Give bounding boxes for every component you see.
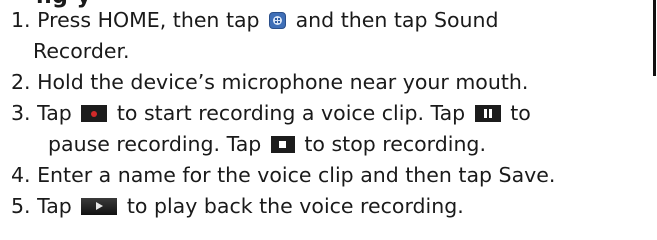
all-apps-icon — [269, 12, 287, 29]
step-text: pause recording. Tap — [48, 132, 262, 156]
step-2: 2. Hold the device’s microphone near you… — [11, 67, 651, 98]
step-text: to — [510, 101, 531, 125]
step-4: 4. Enter a name for the voice clip and t… — [11, 160, 651, 191]
step-number: 2. — [11, 70, 31, 94]
step-3-line-1: 3. Tap to start recording a voice clip. … — [11, 98, 651, 129]
page-edge-rule — [653, 0, 656, 76]
step-text: Hold the device’s microphone near your m… — [37, 70, 529, 94]
step-text: and then tap Sound — [295, 8, 499, 32]
step-5: 5. Tap to play back the voice recording. — [11, 191, 651, 222]
play-icon — [81, 198, 118, 215]
step-text: Tap — [37, 194, 72, 218]
step-number: 4. — [11, 163, 31, 187]
step-text: to play back the voice recording. — [126, 194, 464, 218]
step-text: Press HOME, then tap — [37, 8, 260, 32]
stop-icon — [270, 136, 295, 153]
step-text: to start recording a voice clip. Tap — [116, 101, 466, 125]
record-icon — [81, 105, 108, 122]
step-number: 3. — [11, 101, 31, 125]
pause-icon — [474, 105, 501, 122]
step-3-line-2: pause recording. Tap to stop recording. — [11, 129, 651, 160]
step-text: Recorder. — [33, 39, 130, 63]
step-text: Enter a name for the voice clip and then… — [37, 163, 556, 187]
step-text: Tap — [37, 101, 72, 125]
step-1-line-1: 1. Press HOME, then tap and then tap Sou… — [11, 5, 651, 36]
step-number: 5. — [11, 194, 31, 218]
instruction-list: 1. Press HOME, then tap and then tap Sou… — [11, 5, 651, 222]
step-number: 1. — [11, 8, 31, 32]
step-text: to stop recording. — [304, 132, 486, 156]
step-1-line-2: Recorder. — [11, 36, 651, 67]
